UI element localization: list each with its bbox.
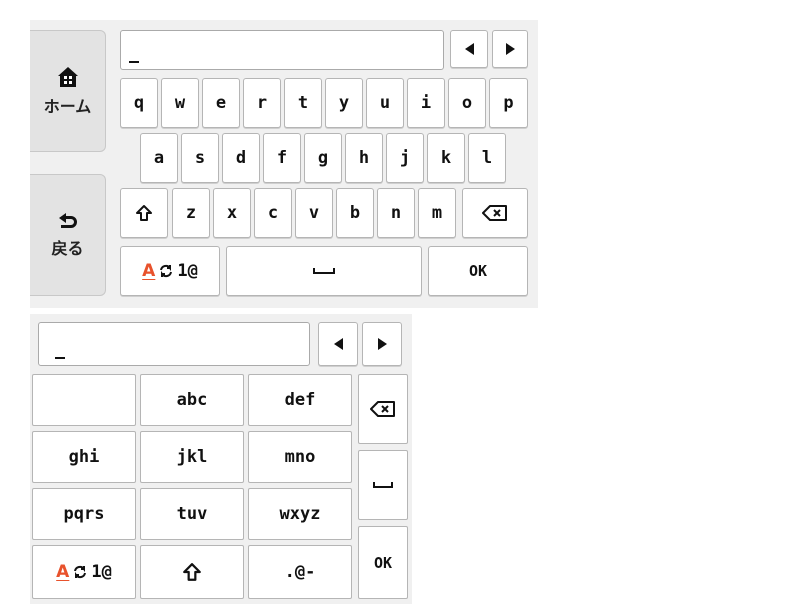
keypad-cursor-left-button[interactable]: [318, 322, 358, 366]
keypad-text-input-field[interactable]: [38, 322, 310, 366]
key-j[interactable]: j: [386, 133, 424, 183]
text-cursor: [129, 61, 139, 63]
keypad-key-def[interactable]: def: [248, 374, 352, 426]
key-h[interactable]: h: [345, 133, 383, 183]
space-icon: [373, 482, 393, 488]
key-r[interactable]: r: [243, 78, 281, 128]
space-icon: [313, 268, 335, 274]
home-icon: [57, 67, 78, 87]
arrow-left-icon: [333, 338, 343, 350]
key-e[interactable]: e: [202, 78, 240, 128]
text-input-field[interactable]: [120, 30, 444, 70]
key-d[interactable]: d: [222, 133, 260, 183]
key-c[interactable]: c: [254, 188, 292, 238]
arrow-right-icon: [505, 43, 515, 55]
key-o[interactable]: o: [448, 78, 486, 128]
key-u[interactable]: u: [366, 78, 404, 128]
ok-key[interactable]: OK: [428, 246, 528, 296]
keypad-key-pqrs[interactable]: pqrs: [32, 488, 136, 540]
key-s[interactable]: s: [181, 133, 219, 183]
mode-letter: A: [142, 261, 156, 281]
key-l[interactable]: l: [468, 133, 506, 183]
keypad-key-jkl[interactable]: jkl: [140, 431, 244, 483]
key-y[interactable]: y: [325, 78, 363, 128]
back-label: 戻る: [51, 239, 84, 258]
keypad-space-key[interactable]: [358, 450, 408, 520]
keypad-key-mno[interactable]: mno: [248, 431, 352, 483]
home-label: ホーム: [43, 97, 92, 116]
key-z[interactable]: z: [172, 188, 210, 238]
keypad-cursor-right-button[interactable]: [362, 322, 402, 366]
key-g[interactable]: g: [304, 133, 342, 183]
cursor-left-button[interactable]: [450, 30, 488, 68]
backspace-key[interactable]: [462, 188, 528, 238]
back-icon: [58, 213, 77, 228]
switch-icon: [160, 264, 173, 278]
key-k[interactable]: k: [427, 133, 465, 183]
input-mode-key[interactable]: A 1@: [120, 246, 220, 296]
key-w[interactable]: w: [161, 78, 199, 128]
keypad-input-mode-key[interactable]: A 1@: [32, 545, 136, 599]
space-key[interactable]: [226, 246, 422, 296]
keypad-backspace-key[interactable]: [358, 374, 408, 444]
key-x[interactable]: x: [213, 188, 251, 238]
switch-icon: [74, 565, 87, 579]
home-button[interactable]: ホーム: [30, 30, 106, 152]
keypad-key-wxyz[interactable]: wxyz: [248, 488, 352, 540]
keypad-shift-key[interactable]: [140, 545, 244, 599]
keypad-key-abc[interactable]: abc: [140, 374, 244, 426]
arrow-left-icon: [464, 43, 474, 55]
key-i[interactable]: i: [407, 78, 445, 128]
key-v[interactable]: v: [295, 188, 333, 238]
key-t[interactable]: t: [284, 78, 322, 128]
shift-key[interactable]: [120, 188, 168, 238]
key-a[interactable]: a: [140, 133, 178, 183]
arrow-right-icon: [377, 338, 387, 350]
key-m[interactable]: m: [418, 188, 456, 238]
keypad-ok-key[interactable]: OK: [358, 526, 408, 599]
backspace-icon: [370, 401, 395, 417]
keypad-text-cursor: [55, 357, 65, 359]
keypad-symbols-key[interactable]: .@-: [248, 545, 352, 599]
key-q[interactable]: q: [120, 78, 158, 128]
back-button[interactable]: 戻る: [30, 174, 106, 296]
shift-icon: [136, 205, 152, 221]
cursor-right-button[interactable]: [492, 30, 528, 68]
keypad-key-ghi[interactable]: ghi: [32, 431, 136, 483]
key-p[interactable]: p: [489, 78, 528, 128]
mode-rest-label: 1@: [177, 261, 198, 281]
shift-icon: [183, 563, 201, 581]
backspace-icon: [482, 205, 507, 221]
keypad-key-blank[interactable]: [32, 374, 136, 426]
key-f[interactable]: f: [263, 133, 301, 183]
mode-letter: A: [56, 562, 70, 582]
key-n[interactable]: n: [377, 188, 415, 238]
key-b[interactable]: b: [336, 188, 374, 238]
keypad-key-tuv[interactable]: tuv: [140, 488, 244, 540]
mode-rest-label: 1@: [91, 562, 112, 582]
